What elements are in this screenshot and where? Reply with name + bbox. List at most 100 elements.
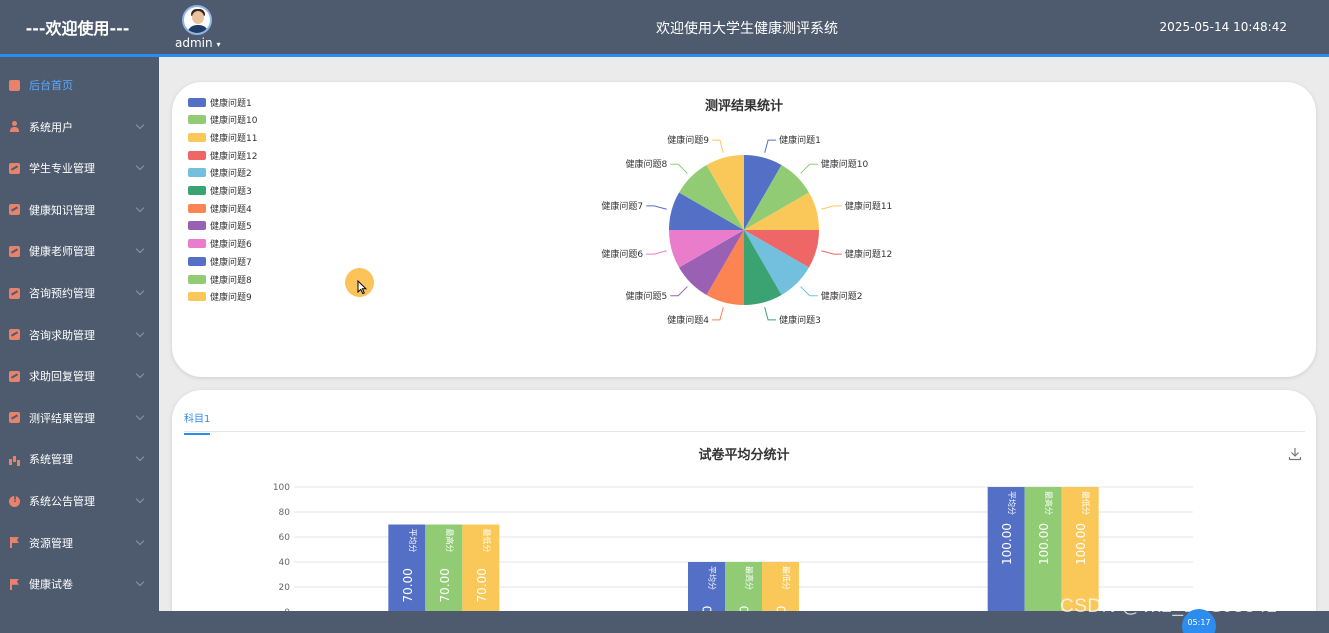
pie-label: 健康问题4 — [667, 314, 709, 326]
pie-label-line — [800, 163, 818, 174]
pie-label-line — [821, 205, 842, 210]
pie-label: 健康问题8 — [626, 158, 668, 170]
flag-icon — [9, 578, 20, 590]
pie-label-line — [670, 286, 688, 297]
y-tick-label: 60 — [279, 533, 291, 543]
chevron-down-icon — [135, 161, 145, 171]
sidebar-item-label: 学生专业管理 — [29, 162, 95, 176]
pie-label-line — [821, 250, 842, 255]
y-tick-label: 20 — [279, 583, 291, 593]
bar-series-label: 最高分 — [445, 529, 455, 553]
sidebar-item-1[interactable]: 系统用户 — [0, 112, 159, 142]
sidebar-item-10[interactable]: 系统公告管理 — [0, 486, 159, 516]
pie-label-line — [711, 139, 724, 153]
bar-value-label: 70.00 — [475, 568, 489, 602]
pie-label-line — [646, 205, 667, 210]
pie-label: 健康问题5 — [626, 290, 668, 302]
sidebar-item-4[interactable]: 健康老师管理 — [0, 236, 159, 266]
chart-icon — [9, 370, 20, 382]
pie-label-line — [670, 163, 688, 174]
monitor-icon — [9, 79, 20, 91]
chevron-down-icon — [135, 286, 145, 296]
pie-label: 健康问题3 — [779, 314, 821, 326]
bar-series-label: 最高分 — [745, 566, 755, 590]
bar-value-label: 100.00 — [1000, 523, 1014, 565]
sidebar-item-label: 健康老师管理 — [29, 245, 95, 259]
sidebar-item-label: 后台首页 — [29, 79, 73, 92]
pie-label: 健康问题9 — [667, 134, 709, 146]
pie-chart: 健康问题1健康问题10 健康问题11 健康问题12 健康问题2健康问题3 健康问题4 健康… — [601, 134, 892, 326]
flag-icon — [9, 537, 20, 549]
bar-series-label: 最高分 — [1044, 491, 1054, 515]
pie-label: 健康问题10 — [821, 158, 869, 170]
sidebar-item-label: 测评结果管理 — [29, 411, 95, 425]
bar-value-label: 70.00 — [401, 568, 415, 602]
chart-icon — [9, 245, 20, 257]
pie-label: 健康问题7 — [601, 200, 643, 212]
username-dropdown[interactable]: admin ▾ — [175, 36, 221, 50]
bar-value-label: 100.00 — [1074, 523, 1088, 565]
sidebar-item-label: 系统管理 — [29, 453, 73, 467]
bar-chart-card: 科目1 试卷平均分统计 020406080100平均分70.00平均分40.00… — [172, 390, 1316, 630]
pie-label: 健康问题6 — [601, 248, 643, 260]
chevron-down-icon — [135, 245, 145, 254]
sidebar-item-11[interactable]: 资源管理 — [0, 528, 159, 558]
sidebar-item-6[interactable]: 咨询求助管理 — [0, 320, 159, 350]
pie-label-line — [764, 139, 777, 153]
chevron-down-icon — [135, 328, 145, 337]
chevron-down-icon — [135, 577, 145, 587]
bar-series-label: 平均分 — [708, 566, 718, 590]
pie-label-line — [764, 307, 777, 321]
bar-series-label: 最低分 — [1081, 491, 1091, 515]
top-header: ---欢迎使用--- admin ▾ 欢迎使用大学生健康测评系统 2025-05… — [0, 0, 1329, 57]
sidebar-item-label: 咨询求助管理 — [29, 328, 95, 342]
pie-label-line — [646, 250, 667, 255]
sidebar-item-5[interactable]: 咨询预约管理 — [0, 278, 159, 308]
mouse-cursor-icon — [357, 280, 367, 295]
chevron-down-icon — [135, 369, 145, 379]
bar-value-label: 100.00 — [1037, 523, 1051, 565]
chart-icon — [9, 162, 20, 174]
chart-icon — [9, 329, 20, 341]
chevron-down-icon — [135, 203, 145, 213]
pie-label: 健康问题2 — [821, 290, 863, 302]
sidebar-item-8[interactable]: 测评结果管理 — [0, 403, 159, 433]
chart-icon — [9, 287, 20, 299]
sidebar-item-0[interactable]: 后台首页 — [0, 70, 159, 100]
sidebar-item-9[interactable]: 系统管理 — [0, 444, 159, 474]
caret-down-icon: ▾ — [216, 40, 221, 49]
user-icon — [9, 121, 20, 133]
chevron-down-icon — [135, 120, 145, 129]
sidebar: 后台首页系统用户学生专业管理 健康知识管理 健康老师管理咨询预约管理咨询求助管理 求助… — [0, 57, 159, 633]
username-label: admin — [175, 36, 213, 50]
pie-label: 健康问题1 — [779, 134, 821, 146]
sidebar-item-label: 健康知识管理 — [29, 203, 95, 217]
bar-series-label: 平均分 — [408, 529, 418, 553]
system-title: 欢迎使用大学生健康测评系统 — [656, 21, 838, 37]
sidebar-item-12[interactable]: 健康试卷 — [0, 569, 159, 599]
sidebar-item-label: 健康试卷 — [29, 578, 73, 592]
pie-label-line — [800, 286, 818, 297]
sidebar-item-label: 求助回复管理 — [29, 370, 95, 384]
chevron-down-icon — [135, 494, 145, 504]
sidebar-item-3[interactable]: 健康知识管理 — [0, 195, 159, 225]
pie-chart-card: 健康问题1 健康问题10 健康问题11 健康问题12 健康问题2 健康问题3 健康问题4 健康… — [172, 82, 1316, 377]
bar-value-label: 70.00 — [438, 568, 452, 602]
y-tick-label: 100 — [273, 483, 290, 493]
sidebar-item-7[interactable]: 求助回复管理 — [0, 361, 159, 391]
sidebar-item-2[interactable]: 学生专业管理 — [0, 153, 159, 183]
info-icon — [9, 495, 20, 507]
pie-label: 健康问题11 — [845, 200, 892, 212]
chart-icon — [9, 412, 20, 424]
pie-label: 健康问题12 — [845, 248, 892, 260]
y-tick-label: 80 — [279, 508, 291, 518]
y-tick-label: 40 — [279, 558, 291, 568]
chevron-down-icon — [135, 411, 145, 421]
sidebar-item-label: 系统用户 — [29, 120, 73, 134]
bar-series-label: 最低分 — [482, 529, 492, 553]
watermark: CSDN @vx2_BYSJ8341 — [1060, 596, 1278, 617]
chart-icon — [9, 204, 20, 216]
chevron-down-icon — [135, 536, 145, 545]
bar-chart-icon — [9, 454, 20, 465]
bar-series-label: 平均分 — [1007, 491, 1017, 515]
